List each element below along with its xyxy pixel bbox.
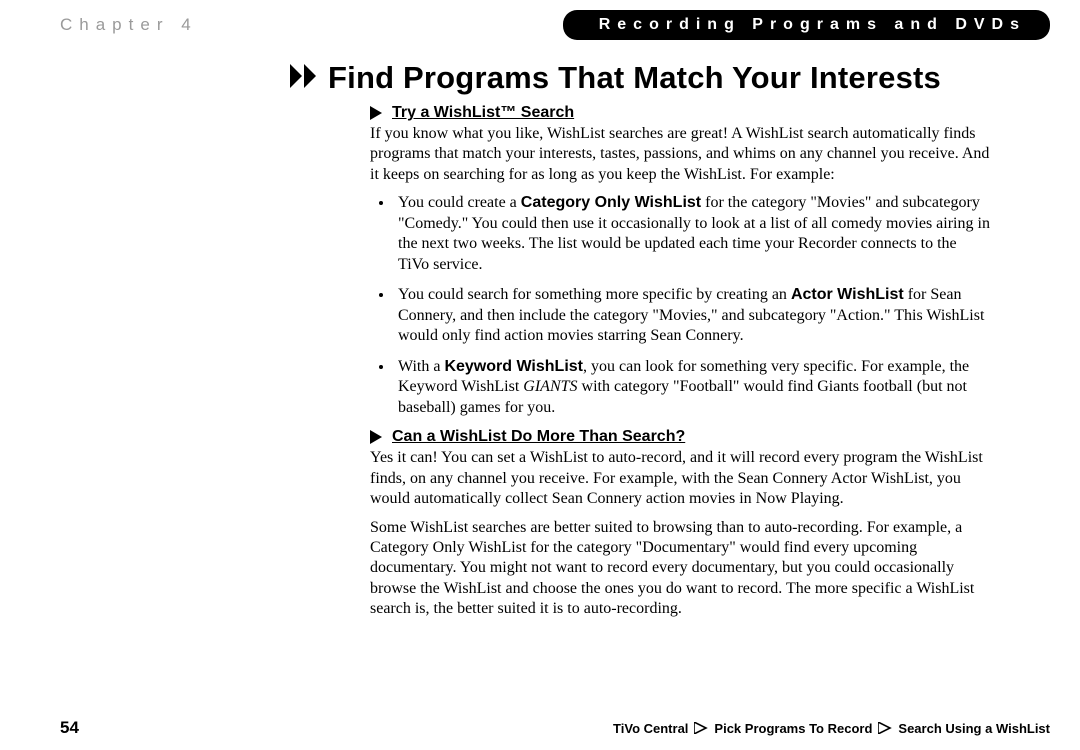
- arrow-right-icon: [370, 106, 384, 120]
- body-paragraph: Some WishList searches are better suited…: [370, 518, 990, 620]
- bullet-text: You could search for something more spec…: [398, 286, 791, 303]
- breadcrumb-arrow-icon: [694, 722, 708, 734]
- term-keyword-wishlist: Keyword WishList: [444, 358, 583, 375]
- breadcrumb-item: Pick Programs To Record: [714, 721, 872, 736]
- chapter-label: Chapter 4: [60, 15, 198, 35]
- list-item: You could search for something more spec…: [394, 285, 990, 346]
- body-paragraph: Yes it can! You can set a WishList to au…: [370, 448, 990, 509]
- breadcrumb: TiVo Central Pick Programs To Record Sea…: [613, 721, 1050, 736]
- intro-paragraph: If you know what you like, WishList sear…: [370, 124, 990, 185]
- header-banner: Recording Programs and DVDs: [563, 10, 1050, 40]
- page-number: 54: [60, 718, 79, 738]
- list-item: With a Keyword WishList, you can look fo…: [394, 357, 990, 418]
- breadcrumb-item: Search Using a WishList: [898, 721, 1050, 736]
- keyword-example: GIANTS: [523, 378, 577, 395]
- page-title: Find Programs That Match Your Interests: [328, 60, 941, 96]
- list-item: You could create a Category Only WishLis…: [394, 193, 990, 275]
- breadcrumb-arrow-icon: [878, 722, 892, 734]
- term-category-only-wishlist: Category Only WishList: [521, 194, 701, 211]
- arrow-right-icon: [370, 430, 384, 444]
- fast-forward-icon: [290, 64, 318, 93]
- section-heading-more-than-search: Can a WishList Do More Than Search?: [392, 428, 685, 446]
- bullet-text: You could create a: [398, 194, 521, 211]
- term-actor-wishlist: Actor WishList: [791, 286, 904, 303]
- bullet-text: With a: [398, 358, 444, 375]
- section-heading-wishlist-search: Try a WishList™ Search: [392, 104, 574, 122]
- breadcrumb-item: TiVo Central: [613, 721, 688, 736]
